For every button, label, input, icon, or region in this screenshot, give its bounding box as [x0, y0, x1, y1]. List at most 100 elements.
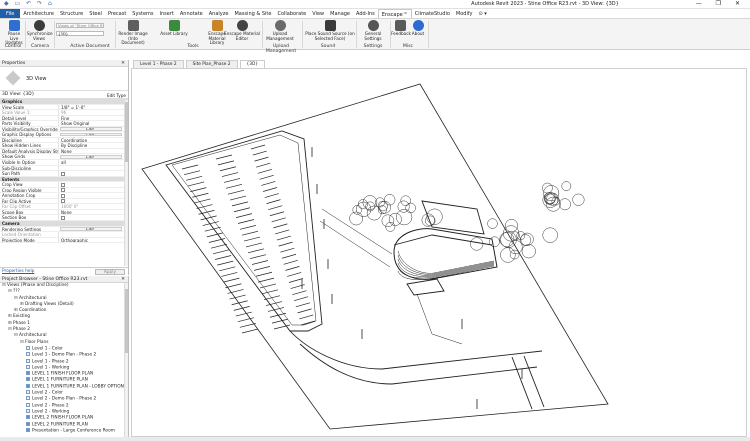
ribbon-tab[interactable]: Steel: [86, 9, 105, 18]
property-checkbox[interactable]: [58, 171, 128, 176]
property-value[interactable]: Coordination: [58, 137, 128, 143]
type-selector[interactable]: 3D View: [0, 67, 128, 91]
edit-button[interactable]: Edit...: [60, 154, 122, 159]
tree-canopy: [500, 247, 516, 263]
view-tab[interactable]: {3D}: [239, 60, 266, 68]
scrollbar-thumb[interactable]: [125, 289, 128, 353]
ribbon-tab[interactable]: Analyze: [206, 9, 232, 18]
checkbox[interactable]: [61, 171, 65, 176]
ribbon-tab[interactable]: Annotate: [177, 9, 206, 18]
property-checkbox[interactable]: [58, 182, 128, 187]
view-combo-placeholder[interactable]: Views of "Stine Office R23": [56, 23, 104, 28]
parking-stripe: [262, 187, 278, 192]
ribbon-tab[interactable]: Precast: [105, 9, 129, 18]
checkbox[interactable]: [61, 182, 65, 187]
property-checkbox[interactable]: [58, 215, 128, 221]
tree-canopy: [349, 211, 363, 226]
apply-button[interactable]: Apply: [94, 269, 125, 275]
property-checkbox[interactable]: [58, 187, 128, 193]
asset-library-button[interactable]: Asset Library: [160, 20, 188, 37]
view-icon: [26, 383, 30, 388]
checkbox[interactable]: [61, 193, 65, 198]
pause-live-updates-button[interactable]: Pause Live Updates: [4, 20, 24, 46]
tree-icon: [168, 20, 180, 31]
property-value[interactable]: 1/8" = 1'-0": [58, 104, 128, 110]
synchronize-views-button[interactable]: Synchronize Views: [27, 20, 53, 41]
ribbon-tab[interactable]: Manage: [327, 9, 353, 18]
property-checkbox[interactable]: [58, 198, 128, 204]
property-value[interactable]: [58, 165, 128, 171]
ribbon-tab[interactable]: ClimateStudio: [412, 9, 453, 18]
upload-management-button[interactable]: Upload Management: [265, 20, 295, 41]
parking-stripe: [256, 162, 271, 168]
properties-grid: Graphics View Scale 1/8" = 1'-0" Scale Valu…: [0, 99, 128, 244]
edit-button[interactable]: Edit...: [60, 227, 122, 231]
ribbon-tab[interactable]: Modify: [453, 9, 476, 18]
property-value[interactable]: all: [58, 160, 128, 165]
ribbon-tab[interactable]: Collaborate: [274, 9, 309, 18]
property-value[interactable]: [58, 232, 128, 237]
parking-stripe: [251, 260, 269, 265]
edit-button[interactable]: Edit...: [60, 127, 122, 131]
parking-stripe: [288, 278, 304, 283]
close-icon[interactable]: ✕: [121, 276, 125, 283]
checkbox[interactable]: [61, 188, 65, 193]
ribbon-tab[interactable]: Systems: [129, 9, 156, 18]
property-value[interactable]: By Discipline: [58, 143, 128, 148]
ribbon-tab[interactable]: ⊙ ▾: [476, 9, 490, 18]
ribbon-tab[interactable]: File: [0, 9, 21, 18]
property-value[interactable]: Orthographic: [58, 237, 128, 243]
property-value[interactable]: 1000' 0": [58, 204, 128, 209]
building-canopy: [406, 278, 445, 296]
checkbox[interactable]: [61, 199, 65, 204]
panel-upload: Upload Management: [265, 44, 297, 54]
ribbon-tab[interactable]: Architecture: [20, 9, 57, 18]
properties-scrollbar[interactable]: [124, 100, 128, 266]
close-icon[interactable]: ✕: [121, 60, 125, 67]
view-combo[interactable]: {3D}: [56, 31, 104, 36]
render-image-button[interactable]: Render Image (Into Document): [118, 20, 148, 46]
property-value[interactable]: None: [58, 148, 128, 154]
property-checkbox[interactable]: [58, 193, 128, 198]
ribbon-tab[interactable]: Structure: [57, 9, 86, 18]
scrollbar-thumb[interactable]: [125, 102, 128, 162]
ribbon-tab[interactable]: Insert: [157, 9, 177, 18]
view-tab[interactable]: Level 1 - Phase 2: [133, 60, 184, 68]
properties-help-link[interactable]: Properties help: [2, 269, 34, 274]
browser-item[interactable]: Presentation - Large Conference Room: [0, 427, 128, 434]
drawing-area[interactable]: [131, 68, 747, 437]
about-button[interactable]: About: [410, 20, 426, 37]
general-settings-button[interactable]: General Settings: [356, 20, 390, 41]
property-value[interactable]: Show Original: [58, 121, 128, 126]
window-controls[interactable]: — ❐ ✕: [696, 0, 746, 7]
view-tab[interactable]: Site Plan_Phase 2: [185, 60, 238, 68]
material-editor-button[interactable]: Enscape Material Editor: [222, 20, 262, 41]
instance-selector[interactable]: 3D View: {3D} Edit Type: [0, 91, 128, 99]
checkbox[interactable]: [61, 216, 65, 221]
parking-stripe: [217, 260, 234, 266]
feedback-button[interactable]: Feedback: [391, 20, 411, 37]
property-value[interactable]: Fine: [58, 115, 128, 121]
parking-stripe: [294, 296, 309, 302]
edit-button[interactable]: Edit...: [60, 132, 122, 137]
edit-type-button[interactable]: Edit Type: [107, 92, 126, 100]
parking-stripe: [243, 236, 261, 242]
tree-canopy: [499, 232, 515, 247]
property-label: Crop Region Visible: [2, 187, 42, 193]
property-label: Far Clip Active: [2, 198, 32, 204]
place-sound-source-button[interactable]: Place Sound Source (on Selected Face): [305, 20, 355, 41]
title-bar: ◆ ▭ ↶ ↷ ⌂ Autodesk Revit 2023 - Stine Of…: [0, 0, 750, 9]
property-value[interactable]: 96: [58, 110, 128, 115]
browser-scrollbar[interactable]: [124, 283, 128, 437]
property-label: Extents: [2, 176, 20, 182]
ribbon-tab[interactable]: Enscape™: [377, 9, 412, 18]
ribbon-tab[interactable]: View: [309, 9, 327, 18]
ribbon-tab[interactable]: Add-Ins: [353, 9, 378, 18]
parking-stripe: [225, 283, 242, 289]
property-value[interactable]: None: [58, 209, 128, 215]
ribbon-tab[interactable]: Massing & Site: [231, 9, 274, 18]
separator: [25, 21, 26, 48]
parking-stripe: [259, 283, 277, 289]
parking-stripe: [266, 199, 281, 204]
3d-site-view[interactable]: [132, 69, 748, 438]
